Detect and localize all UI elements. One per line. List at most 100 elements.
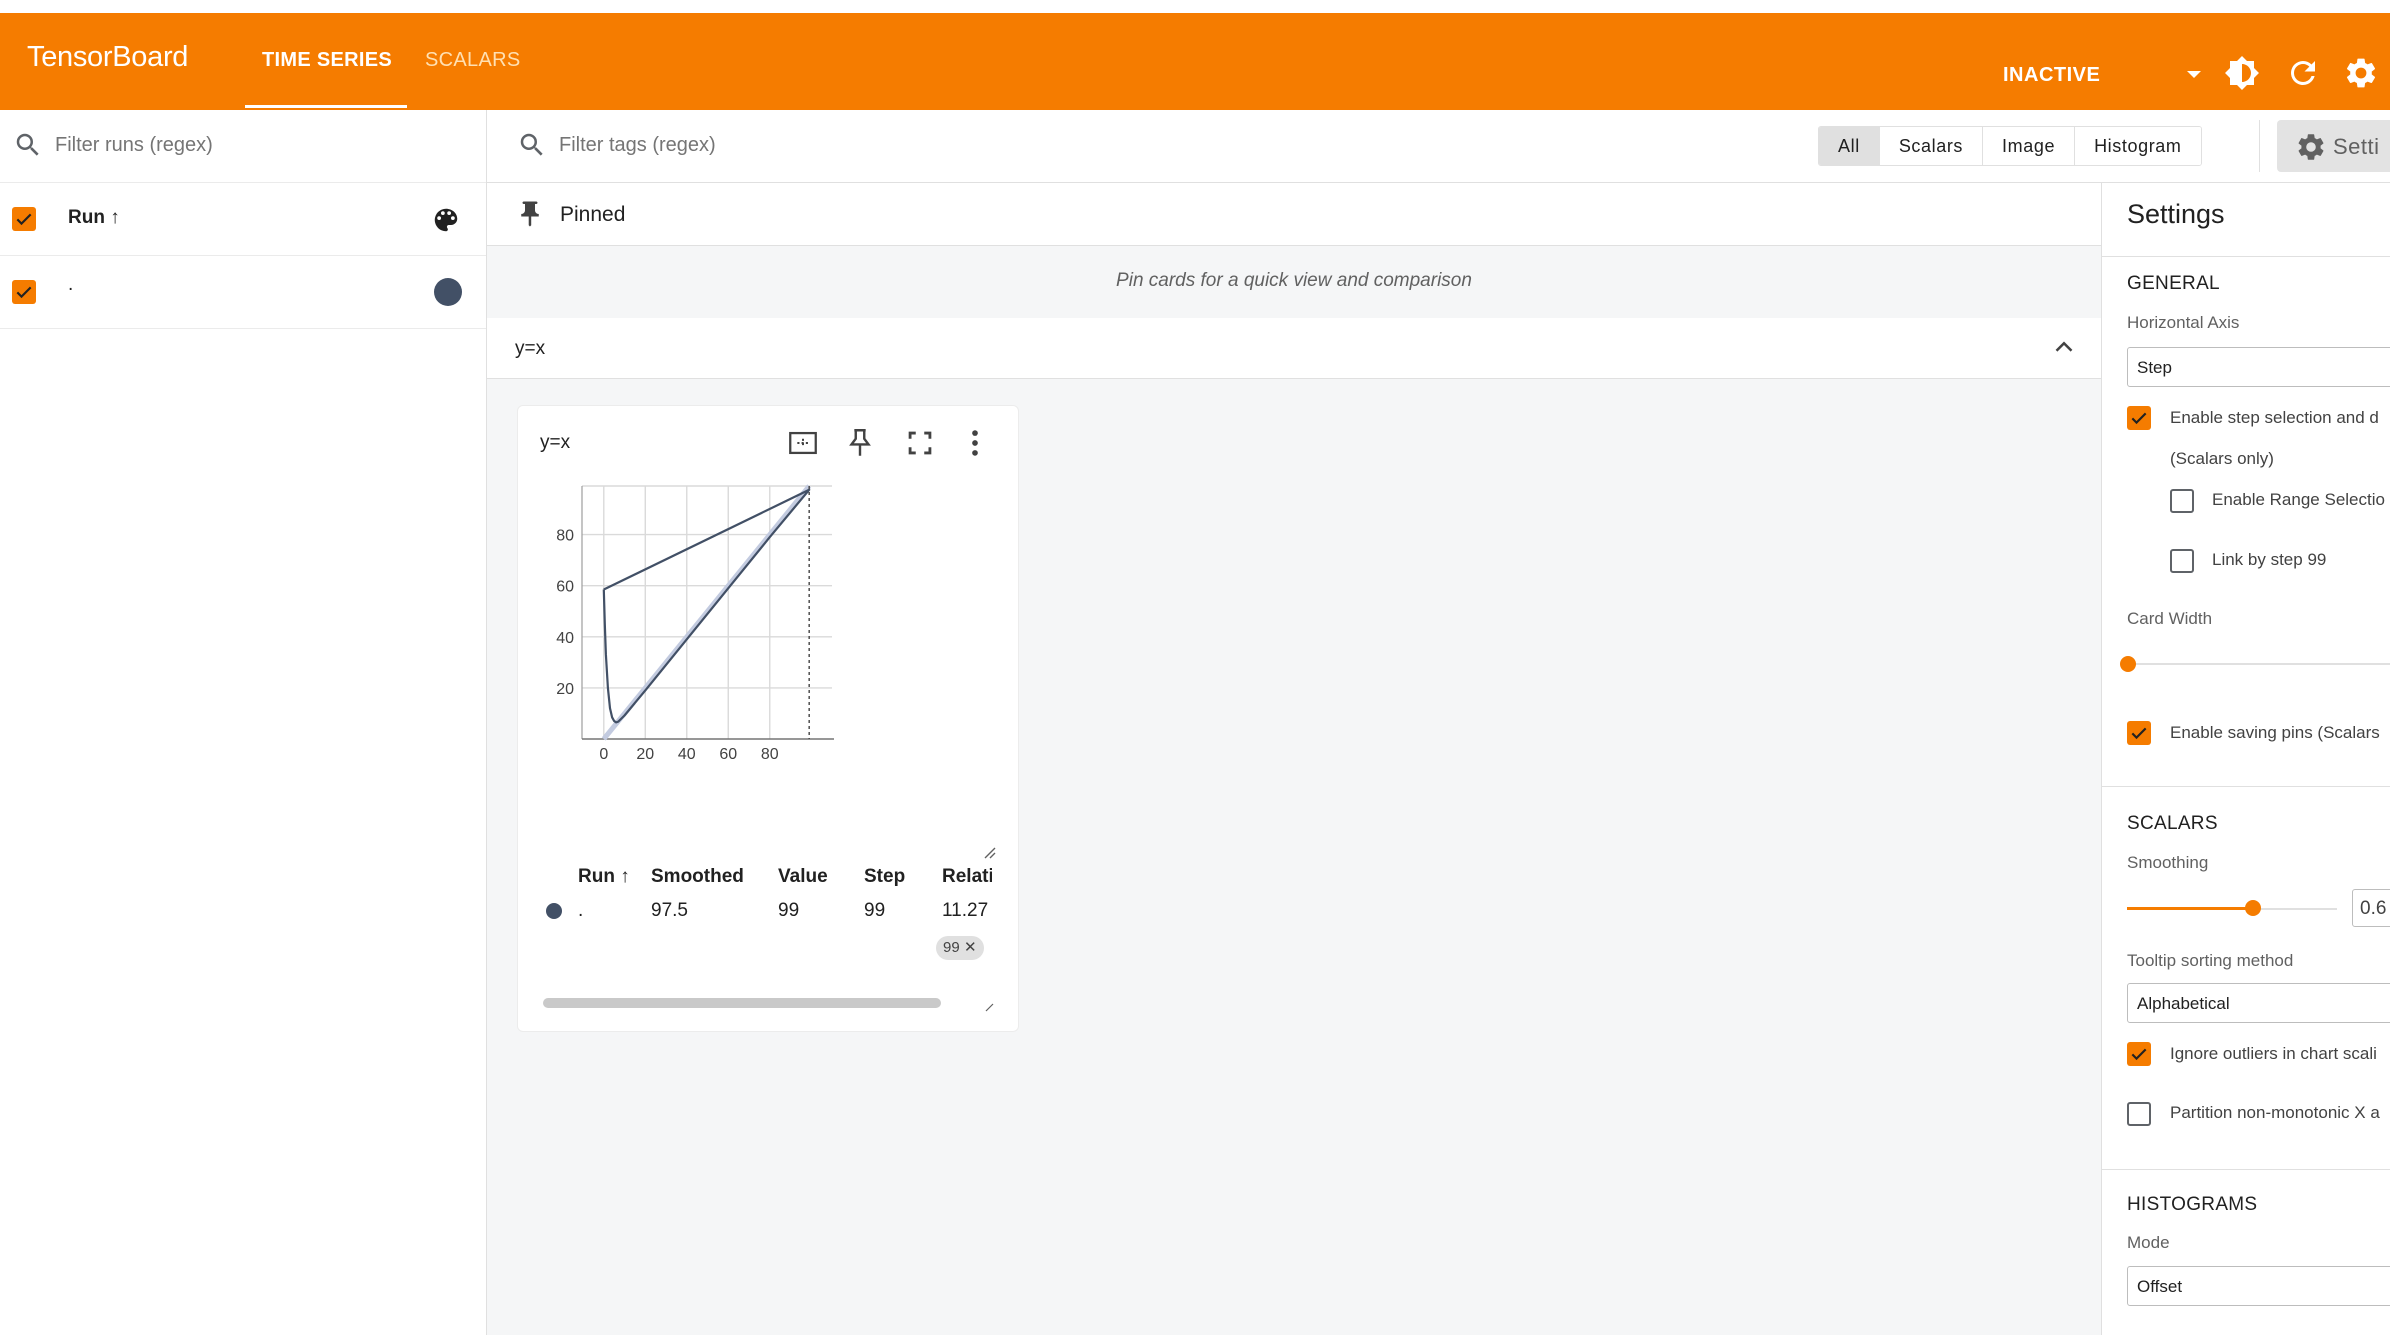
tooltip-sort-value: Alphabetical: [2137, 994, 2230, 1013]
divider: [2259, 120, 2260, 172]
type-image-button[interactable]: Image: [1983, 127, 2076, 165]
settings-gear-icon[interactable]: [2343, 55, 2379, 91]
reload-status-select[interactable]: INACTIVE: [1997, 33, 2212, 118]
top-app-bar: TensorBoard TIME SERIES SCALARS INACTIVE: [0, 13, 2390, 118]
runs-panel: Filter runs (regex) Run ↑ .: [0, 110, 487, 1335]
x-tick-label: 40: [678, 746, 696, 763]
cell-value: 99: [778, 900, 800, 921]
run-color-swatch[interactable]: [434, 278, 462, 306]
run-name: .: [68, 274, 74, 295]
ignore-outliers-checkbox[interactable]: [2127, 1042, 2151, 1066]
close-icon[interactable]: ✕: [964, 936, 977, 960]
card-width-slider-thumb[interactable]: [2120, 656, 2136, 672]
runs-filter[interactable]: Filter runs (regex): [0, 110, 486, 183]
card-group-header[interactable]: y=x: [487, 318, 2101, 379]
smoothing-input[interactable]: 0.6: [2352, 889, 2390, 927]
column-relative[interactable]: Relati: [942, 866, 992, 888]
column-smoothed[interactable]: Smoothed: [651, 866, 744, 888]
theme-toggle-icon[interactable]: [2224, 55, 2260, 91]
resize-handle-icon[interactable]: [983, 846, 997, 860]
group-title: y=x: [515, 338, 546, 359]
column-value[interactable]: Value: [778, 866, 828, 888]
step-selection-checkbox[interactable]: [2127, 406, 2151, 430]
settings-button[interactable]: Setti: [2277, 120, 2390, 172]
type-scalars-button[interactable]: Scalars: [1879, 127, 1984, 165]
range-selection-checkbox[interactable]: [2170, 489, 2194, 513]
type-all-button[interactable]: All: [1819, 127, 1880, 165]
plugin-type-toggle: All Scalars Image Histogram: [1818, 126, 2202, 166]
type-histogram-button[interactable]: Histogram: [2075, 127, 2201, 165]
selected-step-chip[interactable]: 99 ✕: [936, 936, 984, 960]
run-color-dot: [546, 903, 562, 919]
search-icon: [520, 133, 543, 156]
tags-filter-input[interactable]: Filter tags (regex): [559, 134, 716, 157]
pinned-title: Pinned: [560, 203, 626, 226]
column-run[interactable]: Run ↑: [578, 866, 630, 888]
selected-step-value: 99: [943, 939, 960, 956]
cell-relative: 11.27: [942, 900, 989, 921]
runs-filter-input[interactable]: Filter runs (regex): [55, 134, 213, 157]
table-horizontal-scrollbar[interactable]: [543, 998, 941, 1008]
step-selection-label: Enable step selection and d: [2170, 408, 2379, 427]
smoothing-slider-fill: [2127, 907, 2253, 910]
histograms-section-header: HISTOGRAMS: [2127, 1194, 2258, 1215]
smoothing-label: Smoothing: [2127, 853, 2209, 872]
runs-header-row: Run ↑: [0, 183, 486, 256]
tag-filter-bar: Filter tags (regex) All Scalars Image Hi…: [487, 110, 2390, 183]
smoothing-slider-thumb[interactable]: [2245, 900, 2261, 916]
histogram-mode-value: Offset: [2137, 1277, 2183, 1296]
fullscreen-icon[interactable]: [903, 426, 937, 460]
chevron-up-icon[interactable]: [2049, 332, 2079, 362]
column-step[interactable]: Step: [864, 866, 905, 888]
tooltip-sort-select[interactable]: Alphabetical: [2127, 983, 2390, 1023]
refresh-icon[interactable]: [2285, 55, 2321, 91]
y-tick-label: 40: [556, 630, 574, 647]
checkmark-icon: [16, 213, 32, 226]
checkmark-icon: [2131, 412, 2147, 425]
horizontal-axis-select[interactable]: Step: [2127, 347, 2390, 387]
more-vert-icon[interactable]: [958, 426, 992, 460]
y-tick-label: 60: [556, 579, 574, 596]
settings-title: Settings: [2127, 199, 2225, 229]
pinned-section-header: Pinned: [487, 183, 2101, 246]
tab-time-series[interactable]: TIME SERIES: [262, 49, 392, 72]
scalar-card: y=x 0 20 40 60 80 20 40 60 80 99 ✕ Run ↑ Smoothed…: [517, 405, 1019, 1032]
main-content: Filter tags (regex) All Scalars Image Hi…: [487, 110, 2390, 1335]
settings-panel: Settings GENERAL Horizontal Axis Step En…: [2101, 183, 2390, 1335]
card-width-slider-track[interactable]: [2127, 663, 2390, 665]
run-row[interactable]: .: [0, 256, 486, 329]
link-step-checkbox[interactable]: [2170, 549, 2194, 573]
checkmark-icon: [16, 286, 32, 299]
chevron-down-icon: [2187, 71, 2201, 78]
divider: [2102, 786, 2390, 787]
divider: [2102, 1169, 2390, 1170]
link-step-label: Link by step 99: [2212, 550, 2327, 569]
histogram-mode-select[interactable]: Offset: [2127, 1266, 2390, 1306]
palette-icon[interactable]: [431, 205, 461, 235]
tab-scalars[interactable]: SCALARS: [425, 49, 520, 72]
ignore-outliers-label: Ignore outliers in chart scali: [2170, 1044, 2377, 1063]
resize-handle-icon[interactable]: [983, 1001, 995, 1013]
select-all-runs-checkbox[interactable]: [12, 207, 36, 231]
step-selection-sub: (Scalars only): [2170, 449, 2274, 468]
x-tick-label: 80: [761, 746, 779, 763]
tooltip-sort-label: Tooltip sorting method: [2127, 951, 2294, 970]
x-tick-label: 20: [636, 746, 654, 763]
pin-icon[interactable]: [843, 426, 877, 460]
saving-pins-label: Enable saving pins (Scalars: [2170, 723, 2380, 742]
divider: [2102, 256, 2390, 257]
saving-pins-checkbox[interactable]: [2127, 721, 2151, 745]
run-column-header[interactable]: Run ↑: [68, 207, 120, 229]
raw-series-line: [601, 484, 812, 741]
pinned-empty-message: Pin cards for a quick view and compariso…: [1116, 270, 1472, 291]
partition-label: Partition non-monotonic X a: [2170, 1103, 2380, 1122]
smoothing-value: 0.6: [2360, 898, 2387, 919]
y-tick-label: 80: [556, 528, 574, 545]
fit-domain-icon[interactable]: [786, 426, 820, 460]
checkmark-icon: [2131, 1048, 2147, 1061]
x-tick-label: 60: [719, 746, 737, 763]
run-checkbox[interactable]: [12, 280, 36, 304]
partition-checkbox[interactable]: [2127, 1102, 2151, 1126]
status-label: INACTIVE: [2003, 64, 2101, 86]
histogram-mode-label: Mode: [2127, 1233, 2170, 1252]
